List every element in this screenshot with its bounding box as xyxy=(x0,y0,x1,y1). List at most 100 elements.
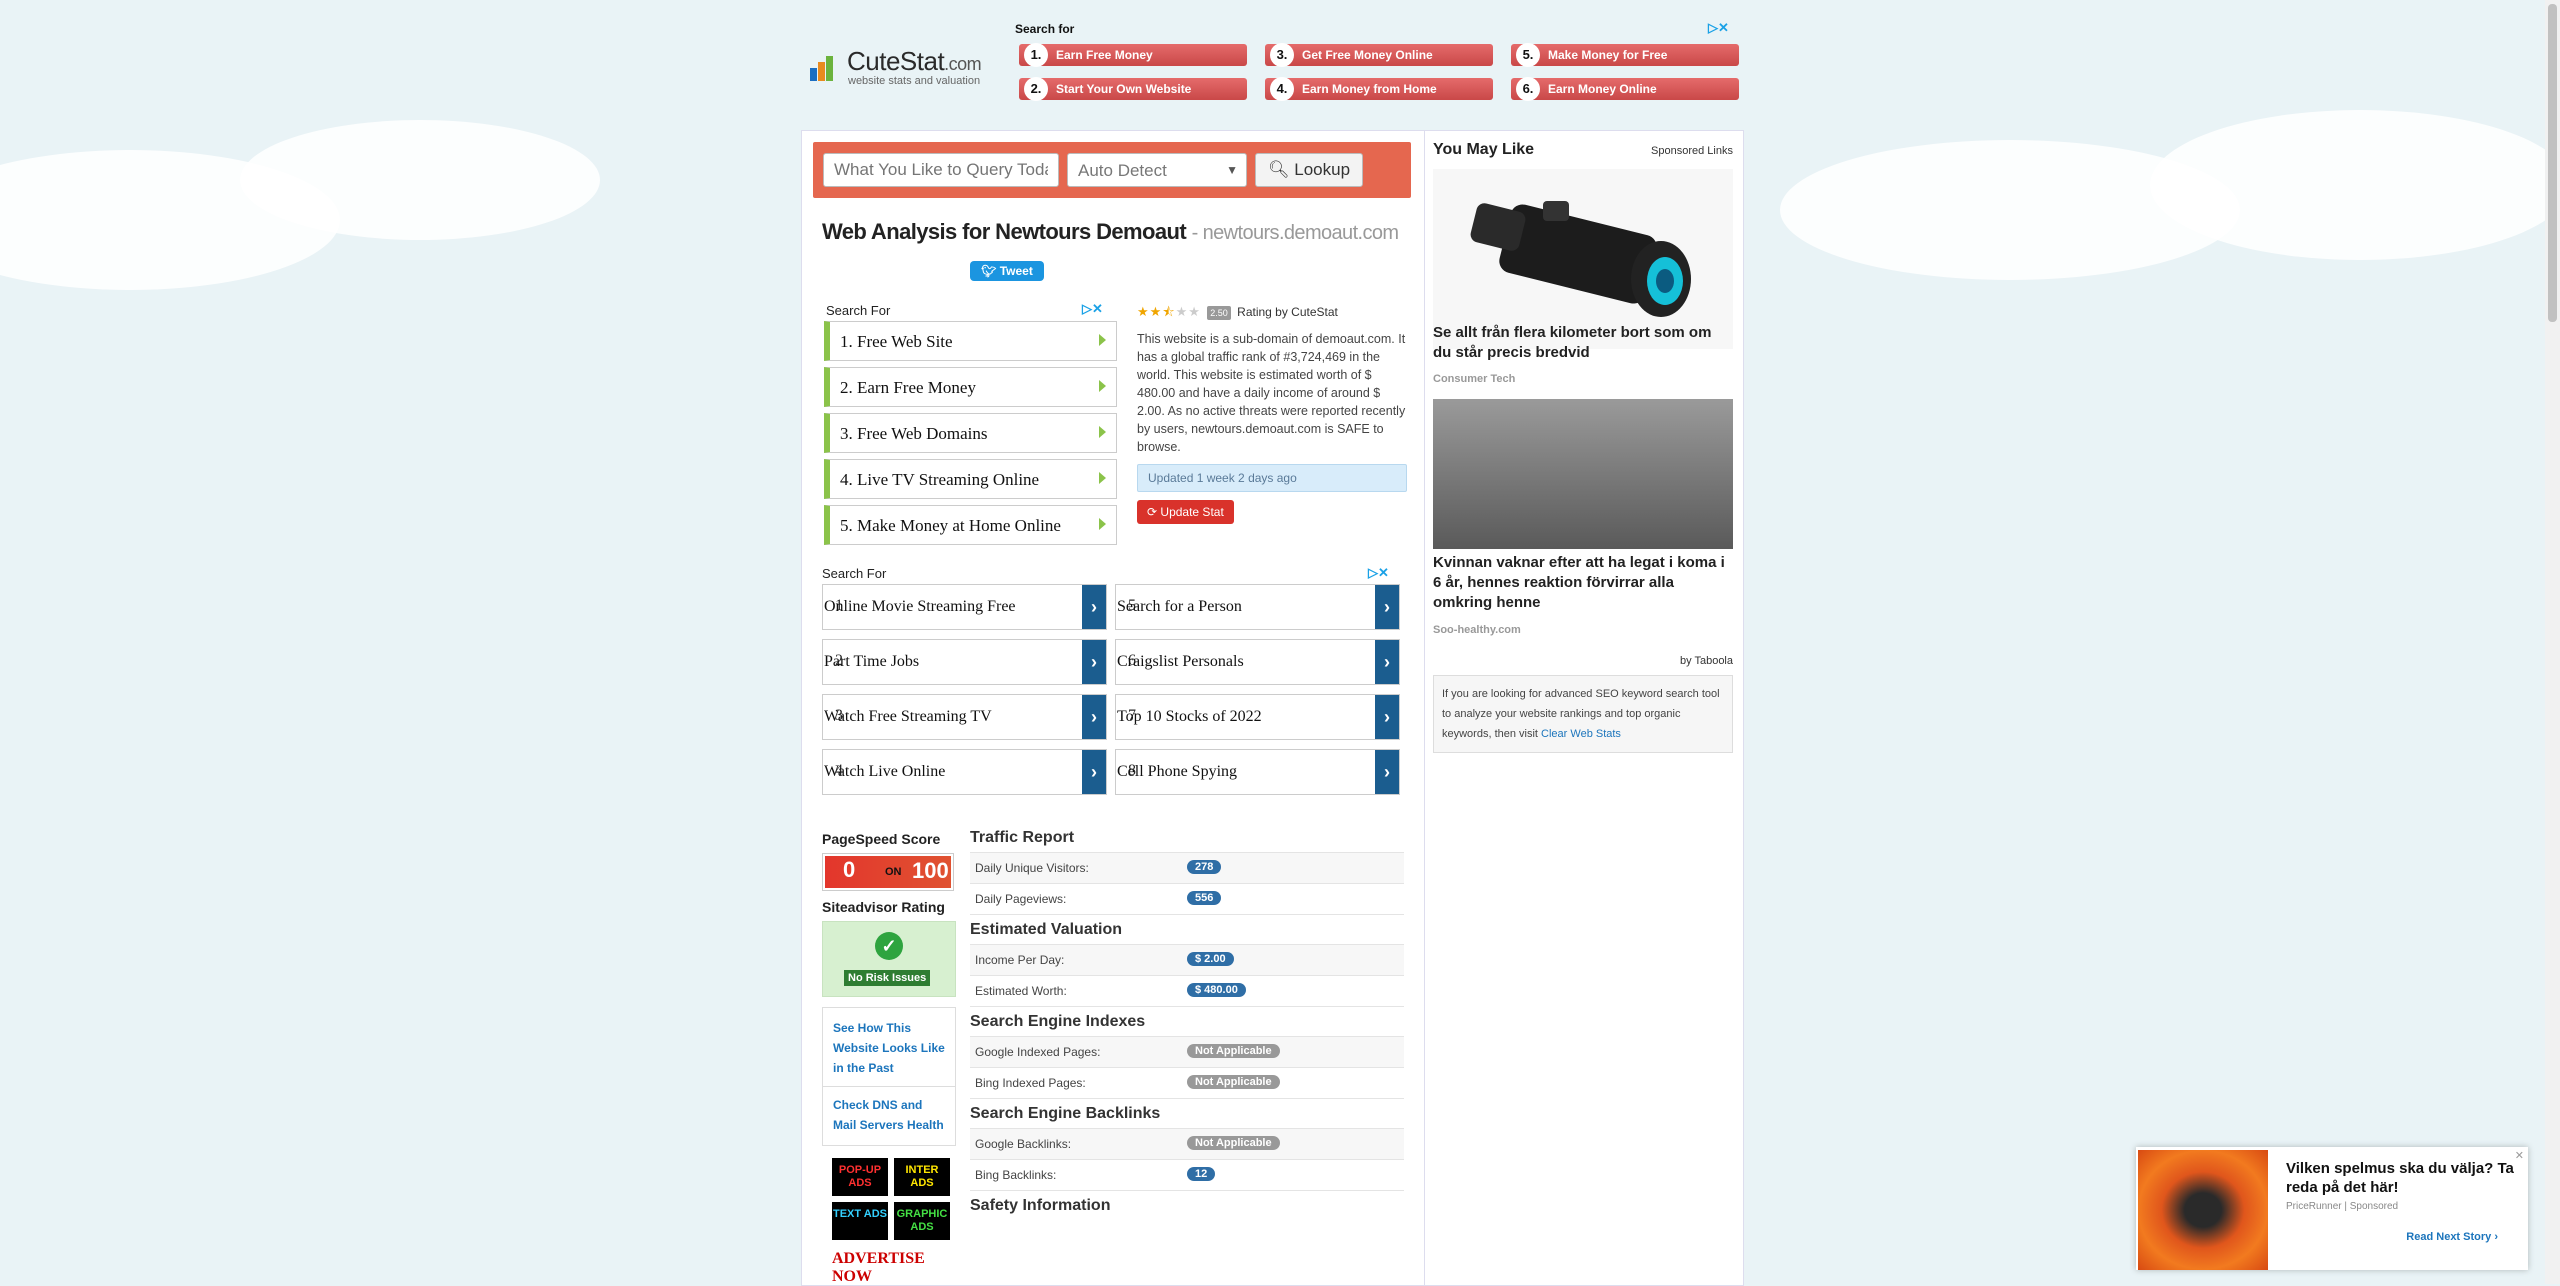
ad-item[interactable]: 5 Search for a Person › xyxy=(1115,584,1400,630)
stat-row: Google Backlinks: Not Applicable xyxy=(970,1128,1404,1160)
page-subtitle: - newtours.demoaut.com xyxy=(1191,222,1400,244)
siteadvisor-rating: ✓ No Risk Issues xyxy=(822,921,956,997)
ad-item[interactable]: 4 Watch Live Online › xyxy=(822,749,1107,795)
monocular-image[interactable] xyxy=(1433,169,1733,349)
lookup-button[interactable]: 🔍︎ Lookup xyxy=(1255,153,1363,187)
arrow-right-icon xyxy=(1099,518,1106,530)
arrow-right-icon: › xyxy=(1082,585,1106,629)
tool-links: See How This Website Looks Like in the P… xyxy=(822,1007,956,1146)
top-ad-item[interactable]: 3. Get Free Money Online xyxy=(1265,43,1493,67)
stat-value: Not Applicable xyxy=(1187,1136,1280,1150)
page-title: Web Analysis for Newtours Demoaut - newt… xyxy=(822,219,1400,244)
top-ads: Search for ▷✕ 1. Earn Free Money 2. Start … xyxy=(1015,20,1745,106)
arrow-right-icon: › xyxy=(1082,750,1106,794)
woman-in-bed-image[interactable] xyxy=(1433,399,1733,549)
ad-tile[interactable]: TEXT ADS xyxy=(832,1202,888,1240)
search-bar: Auto Detect▼ 🔍︎ Lookup xyxy=(813,142,1411,198)
ad-item[interactable]: 1. Free Web Site xyxy=(824,321,1117,361)
background-cloud xyxy=(2150,110,2560,260)
stat-row: Google Indexed Pages: Not Applicable xyxy=(970,1036,1404,1068)
logo-name: CuteStat.com xyxy=(847,46,982,76)
top-ad-item[interactable]: 2. Start Your Own Website xyxy=(1019,77,1247,101)
stat-row: Daily Unique Visitors: 278 xyxy=(970,852,1404,884)
ad-tile[interactable]: INTER ADS xyxy=(894,1158,950,1196)
ad-item[interactable]: 8 Cell Phone Spying › xyxy=(1115,749,1400,795)
ad-item[interactable]: 6 Craigslist Personals › xyxy=(1115,639,1400,685)
ad-tile[interactable]: GRAPHIC ADS xyxy=(894,1202,950,1240)
stat-value: 12 xyxy=(1187,1167,1216,1181)
arrow-right-icon: › xyxy=(1082,640,1106,684)
arrow-right-icon: › xyxy=(1082,695,1106,739)
scrollbar-thumb[interactable] xyxy=(2548,4,2557,322)
dns-check-link[interactable]: Check DNS and Mail Servers Health xyxy=(833,1091,945,1139)
top-ad-item[interactable]: 6. Earn Money Online xyxy=(1511,77,1739,101)
rating-by: Rating by CuteStat xyxy=(1237,305,1338,319)
ad-item[interactable]: 2. Earn Free Money xyxy=(824,367,1117,407)
section-title: Safety Information xyxy=(970,1197,1111,1214)
pagespeed-score: 0 ON 100 xyxy=(822,853,954,891)
adchoices-icon[interactable]: ▷✕ xyxy=(1708,20,1736,35)
popup-source: PriceRunner | Sponsored xyxy=(2286,1201,2399,1212)
adchoices-icon[interactable]: ▷✕ xyxy=(1368,565,1396,580)
advertise-now-link[interactable]: ADVERTISE NOW xyxy=(832,1250,958,1286)
monocular-icon xyxy=(1470,201,1691,317)
wayback-link[interactable]: See How This Website Looks Like in the P… xyxy=(833,1014,945,1082)
arrow-right-icon: › xyxy=(1375,750,1399,794)
update-stat-button[interactable]: ⟳ Update Stat xyxy=(1137,500,1234,524)
top-ad-item[interactable]: 4. Earn Money from Home xyxy=(1265,77,1493,101)
search-input[interactable] xyxy=(823,153,1059,187)
stat-row: Bing Indexed Pages: Not Applicable xyxy=(970,1067,1404,1099)
sidebar-story-title[interactable]: Se allt från flera kilometer bort som om… xyxy=(1433,323,1733,363)
ads-header: Search For xyxy=(822,566,887,581)
sidebar-story-source: Soo-healthy.com xyxy=(1433,624,1521,636)
ad-item[interactable]: 2 Part Time Jobs › xyxy=(822,639,1107,685)
sidebar: You May Like Sponsored Links Se allt frå… xyxy=(1424,130,1744,1286)
close-icon[interactable]: ✕ xyxy=(2515,1149,2524,1162)
star-rating: ★★⯪★★ xyxy=(1137,304,1201,319)
gaming-mouse-image xyxy=(2138,1150,2268,1270)
logo-tagline: website stats and valuation xyxy=(848,75,981,87)
search-icon: 🔍︎ xyxy=(1267,160,1290,179)
read-next-link[interactable]: Read Next Story › xyxy=(2406,1231,2498,1243)
sidebar-story-source: Consumer Tech xyxy=(1433,373,1516,385)
stat-value: 556 xyxy=(1187,891,1222,905)
ad-item[interactable]: 3. Free Web Domains xyxy=(824,413,1117,453)
logo[interactable]: CuteStat.com website stats and valuation xyxy=(809,44,989,88)
ad-item[interactable]: 1 Online Movie Streaming Free › xyxy=(822,584,1107,630)
stat-value: 278 xyxy=(1187,860,1222,874)
clear-web-stats-link[interactable]: Clear Web Stats xyxy=(1541,728,1621,740)
top-ad-item[interactable]: 5. Make Money for Free xyxy=(1511,43,1739,67)
ad-item[interactable]: 5. Make Money at Home Online xyxy=(824,505,1117,545)
ad-item[interactable]: 3 Watch Free Streaming TV › xyxy=(822,694,1107,740)
arrow-right-icon: › xyxy=(1375,640,1399,684)
sidebar-story-title[interactable]: Kvinnan vaknar efter att ha legat i koma… xyxy=(1433,553,1733,613)
arrow-right-icon xyxy=(1099,334,1106,346)
recommendation-popup[interactable]: Vilken spelmus ska du välja? Ta reda på … xyxy=(2136,1147,2528,1270)
arrow-right-icon: › xyxy=(1375,585,1399,629)
background-cloud xyxy=(240,120,600,240)
search-type-select[interactable]: Auto Detect ▼ xyxy=(1067,153,1247,187)
top-ad-item[interactable]: 1. Earn Free Money xyxy=(1019,43,1247,67)
stat-value: $ 2.00 xyxy=(1187,952,1234,966)
arrow-right-icon xyxy=(1099,426,1106,438)
rating-score: 2.50 xyxy=(1207,305,1231,320)
site-description: This website is a sub-domain of demoaut.… xyxy=(1137,332,1406,454)
left-column: PageSpeed Score 0 ON 100 Siteadvisor Ratin… xyxy=(822,831,958,1286)
taboola-label[interactable]: by Taboola xyxy=(1680,655,1733,667)
ad-tile[interactable]: POP-UP ADS xyxy=(832,1158,888,1196)
bar-chart-icon xyxy=(810,56,833,81)
stat-row: Estimated Worth: $ 480.00 xyxy=(970,975,1404,1007)
sponsored-label[interactable]: Sponsored Links xyxy=(1651,145,1733,157)
adchoices-icon[interactable]: ▷✕ xyxy=(1082,301,1110,316)
siteadvisor-title: Siteadvisor Rating xyxy=(822,899,945,915)
stat-row: Daily Pageviews: 556 xyxy=(970,883,1404,915)
main-content: Auto Detect▼ 🔍︎ Lookup Web Analysis for … xyxy=(801,130,1425,1286)
refresh-icon: ⟳ xyxy=(1147,505,1158,519)
stat-row: Bing Backlinks: 12 xyxy=(970,1159,1404,1191)
siteadvisor-status: No Risk Issues xyxy=(844,970,931,986)
popup-title[interactable]: Vilken spelmus ska du välja? Ta reda på … xyxy=(2286,1159,2516,1197)
ad-item[interactable]: 7 Top 10 Stocks of 2022 › xyxy=(1115,694,1400,740)
tweet-button[interactable]: 🐦︎ Tweet xyxy=(970,261,1044,281)
ad-item[interactable]: 4. Live TV Streaming Online xyxy=(824,459,1117,499)
scrollbar[interactable] xyxy=(2545,0,2560,1284)
